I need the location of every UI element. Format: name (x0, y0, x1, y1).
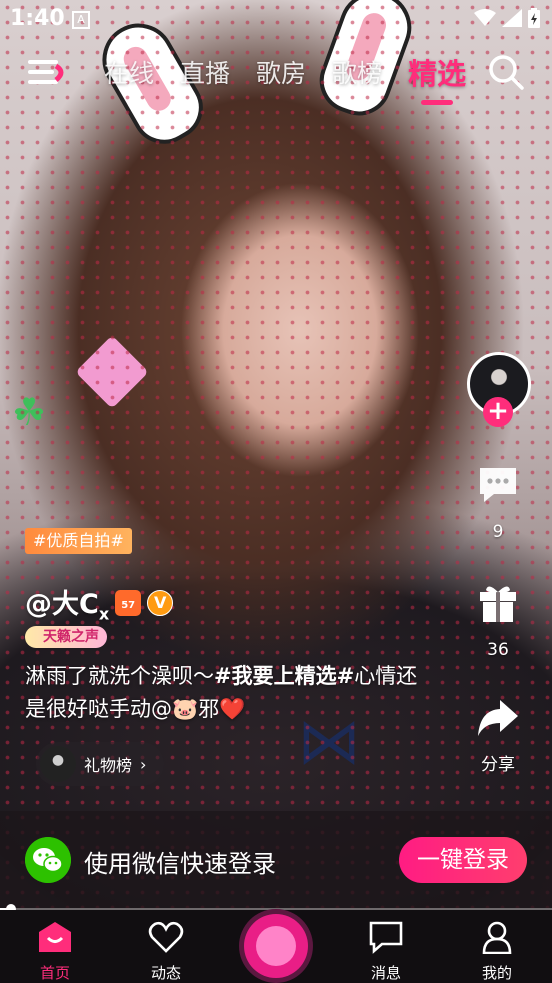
status-icons (474, 8, 540, 28)
author-row: @大Cx 57 V (25, 582, 174, 623)
search-icon[interactable] (486, 52, 526, 92)
clover-sticker: ☘ (12, 390, 47, 434)
gift-count: 36 (487, 640, 509, 660)
share-button[interactable]: 分享 (470, 696, 526, 775)
nav-messages[interactable]: 消息 (351, 920, 421, 983)
tab-online[interactable]: 在线 (104, 54, 154, 96)
nav-profile[interactable]: 我的 (462, 920, 532, 983)
tab-song-rooms[interactable]: 歌房 (256, 54, 306, 96)
nav-activity[interactable]: 动态 (131, 920, 201, 983)
active-tab-indicator (421, 100, 454, 105)
tab-live[interactable]: 直播 (180, 54, 230, 96)
author-name[interactable]: @大Cx (25, 582, 109, 623)
share-label: 分享 (481, 755, 515, 775)
nav-home[interactable]: 首页 (20, 920, 90, 983)
record-button[interactable] (244, 914, 308, 978)
heart-icon (148, 921, 184, 953)
gift-button[interactable]: 36 (470, 580, 526, 660)
wifi-icon (474, 9, 496, 26)
comment-icon (480, 468, 516, 502)
follow-plus-icon[interactable]: + (483, 397, 513, 427)
gift-rank-label: 礼物榜 (84, 756, 133, 775)
caption-hashtag[interactable]: #我要上精选# (214, 664, 354, 688)
pixel-heart-sticker (75, 335, 149, 409)
bottom-navigation: 首页 动态 消息 我的 (0, 910, 552, 983)
topic-tag[interactable]: #优质自拍# (25, 528, 132, 554)
microphone-icon (256, 926, 296, 966)
gift-leaderboard-button[interactable]: 礼物榜 › (36, 742, 165, 786)
top-navigation: 在线 直播 歌房 歌榜 精选 (0, 48, 552, 105)
signal-icon (502, 9, 522, 27)
status-bar: 1:40 A (0, 0, 552, 38)
menu-icon[interactable] (26, 54, 68, 90)
tab-song-charts[interactable]: 歌榜 (332, 54, 382, 96)
wechat-icon (25, 837, 71, 883)
gift-rank-avatar (40, 746, 76, 782)
comment-button[interactable]: 9 (470, 462, 526, 542)
home-icon (39, 922, 71, 952)
notification-icon: A (72, 11, 90, 29)
status-time: 1:40 (10, 6, 65, 31)
share-icon (478, 700, 518, 736)
tab-featured[interactable]: 精选 (408, 51, 466, 105)
one-click-login-button[interactable]: 一键登录 (399, 837, 527, 883)
gift-icon (480, 586, 516, 622)
chevron-right-icon: › (140, 754, 147, 774)
verified-badge: V (147, 589, 174, 616)
level-badge: 57 (115, 589, 142, 616)
channel-tabs: 在线 直播 歌房 歌榜 精选 (104, 51, 466, 105)
message-icon (369, 921, 403, 954)
comment-count: 9 (492, 522, 504, 542)
wechat-login-bar: 使用微信快速登录 一键登录 (0, 811, 552, 909)
profile-icon (482, 921, 512, 955)
post-caption: 淋雨了就洗个澡呗～#我要上精选#心情还是很好哒手动@🐷邪❤️ (25, 664, 418, 721)
login-prompt: 使用微信快速登录 (84, 850, 276, 878)
battery-icon (528, 8, 540, 28)
honor-badge: 天籁之声 (25, 626, 107, 648)
